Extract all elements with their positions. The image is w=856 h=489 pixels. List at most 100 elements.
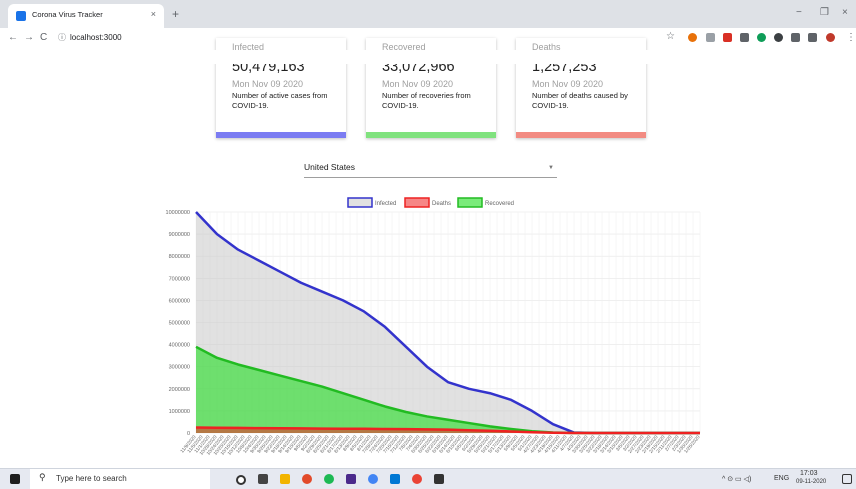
- extension-icon[interactable]: [706, 33, 715, 42]
- language-indicator[interactable]: ENG: [774, 475, 789, 482]
- x-tick-label: 5/5/2020: [510, 434, 527, 452]
- tray-icons[interactable]: ^ ⊙ ▭ ◁): [722, 475, 751, 483]
- windows-taskbar: ⚲ Type here to search ^ ⊙ ▭ ◁) ENG 17:03…: [0, 468, 856, 489]
- file-explorer-icon[interactable]: [280, 474, 290, 484]
- spotify-icon[interactable]: [324, 474, 334, 484]
- dropdown-arrow-icon[interactable]: ▼: [548, 165, 554, 171]
- cortana-icon[interactable]: [236, 475, 246, 485]
- card-description: Number of recoveries from COVID-19.: [382, 91, 471, 110]
- extension-icon[interactable]: [723, 33, 732, 42]
- scroll-clip: [0, 50, 856, 64]
- x-tick-label: 7/24/2020: [368, 434, 387, 454]
- y-tick-label: 6000000: [169, 298, 190, 304]
- x-tick-label: 3/10/2020: [606, 434, 625, 454]
- series-line: [195, 426, 700, 435]
- x-tick-label: 8/25/2020: [312, 434, 331, 454]
- taskbar-search-box[interactable]: ⚲ Type here to search: [30, 469, 210, 489]
- x-tick-label: 2/7/2020: [664, 434, 681, 452]
- card-description: Number of deaths caused by COVID-19.: [532, 91, 628, 110]
- window-close-button[interactable]: ×: [842, 7, 848, 18]
- x-tick-label: 5/13/2020: [494, 434, 513, 454]
- x-tick-label: 1/26/2020: [683, 434, 702, 454]
- series-area: [196, 346, 700, 433]
- x-tick-label: 7/20/2020: [375, 434, 394, 454]
- reading-list-icon[interactable]: [808, 33, 817, 42]
- extension-icon[interactable]: [774, 33, 783, 42]
- y-tick-label: 8000000: [169, 254, 190, 260]
- avatar[interactable]: [826, 33, 835, 42]
- forward-icon[interactable]: →: [24, 32, 34, 43]
- extension-icon[interactable]: [757, 33, 766, 42]
- task-view-icon[interactable]: [258, 474, 268, 484]
- reload-icon[interactable]: C: [40, 32, 47, 43]
- extension-icon[interactable]: [740, 33, 749, 42]
- x-tick-label: 5/25/2020: [473, 434, 492, 454]
- vscode-icon[interactable]: [390, 474, 400, 484]
- x-tick-label: 6/18/2020: [431, 434, 450, 454]
- chrome-icon[interactable]: [368, 474, 378, 484]
- x-tick-label: 7/4/2020: [405, 434, 422, 452]
- puzzle-icon[interactable]: [791, 33, 800, 42]
- series-line: [195, 345, 700, 435]
- x-tick-label: 5/9/2020: [503, 434, 520, 452]
- extension-icon[interactable]: [688, 33, 697, 42]
- x-tick-label: 10/12/2020: [226, 434, 246, 457]
- search-placeholder: Type here to search: [56, 474, 127, 483]
- x-tick-label: 2/27/2020: [627, 434, 646, 454]
- firefox-icon[interactable]: [302, 474, 312, 484]
- x-tick-label: 3/14/2020: [599, 434, 618, 454]
- y-tick-label: 5000000: [169, 321, 190, 327]
- windows-start-icon[interactable]: [10, 474, 20, 484]
- series-area: [196, 212, 700, 433]
- search-icon: ⚲: [39, 472, 46, 482]
- notifications-icon[interactable]: [842, 474, 852, 484]
- x-tick-label: 2/19/2020: [641, 434, 660, 454]
- x-tick-label: 8/13/2020: [333, 434, 352, 454]
- clock-date[interactable]: 09-11-2020: [796, 479, 826, 485]
- x-tick-label: 5/1/2020: [517, 434, 534, 452]
- chrome-icon[interactable]: [412, 474, 422, 484]
- x-tick-label: 6/6/2020: [454, 434, 471, 452]
- y-tick-label: 1000000: [169, 409, 190, 415]
- country-select[interactable]: United States ▼: [304, 160, 557, 178]
- x-tick-label: 10/28/2020: [198, 434, 218, 457]
- x-tick-label: 10/8/2020: [235, 434, 254, 454]
- tab-close-icon[interactable]: ×: [151, 9, 156, 19]
- app-icon[interactable]: [434, 474, 444, 484]
- browser-tab[interactable]: Corona Virus Tracker ×: [8, 4, 164, 28]
- x-tick-label: 2/23/2020: [634, 434, 653, 454]
- x-tick-label: 9/10/2020: [284, 434, 303, 454]
- new-tab-button[interactable]: +: [172, 7, 179, 21]
- y-tick-label: 0: [187, 431, 190, 437]
- series-area: [196, 427, 700, 433]
- clock-time[interactable]: 17:03: [800, 470, 818, 477]
- legend-label: Recovered: [485, 201, 514, 207]
- x-tick-label: 4/23/2020: [529, 434, 548, 454]
- x-tick-label: 11/1/2020: [193, 434, 211, 454]
- site-info-icon[interactable]: ⓘ: [58, 32, 66, 43]
- x-tick-label: 3/18/2020: [592, 434, 611, 454]
- x-tick-label: 3/26/2020: [578, 434, 597, 454]
- x-tick-label: 9/2/2020: [300, 434, 317, 452]
- x-tick-label: 3/6/2020: [615, 434, 632, 452]
- card-date: Mon Nov 09 2020: [382, 79, 454, 89]
- back-icon[interactable]: ←: [8, 32, 18, 43]
- card-date: Mon Nov 09 2020: [232, 79, 304, 89]
- x-tick-label: 6/30/2020: [410, 434, 429, 454]
- x-tick-label: 10/20/2020: [212, 434, 232, 457]
- y-tick-label: 7000000: [169, 276, 190, 282]
- menu-icon[interactable]: ⋮: [846, 32, 856, 43]
- x-tick-label: 4/19/2020: [536, 434, 555, 454]
- app-icon[interactable]: [346, 474, 356, 484]
- maximize-button[interactable]: ❐: [820, 7, 829, 18]
- x-tick-label: 2/11/2020: [655, 434, 673, 454]
- legend-label: Deaths: [432, 201, 451, 207]
- legend-swatch: [457, 197, 483, 208]
- x-tick-label: 9/6/2020: [293, 434, 310, 452]
- minimize-button[interactable]: −: [796, 7, 802, 18]
- x-tick-label: 2/3/2020: [671, 434, 688, 452]
- tab-strip: Corona Virus Tracker × + − ❐ ×: [0, 0, 856, 28]
- url-field[interactable]: localhost:3000: [70, 33, 122, 42]
- legend-swatch: [404, 197, 430, 208]
- bookmark-star-icon[interactable]: ☆: [666, 31, 675, 42]
